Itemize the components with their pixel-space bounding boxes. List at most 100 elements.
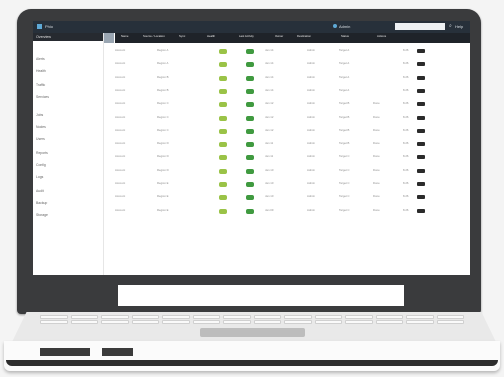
row-value: 8.26 bbox=[403, 154, 409, 159]
sync-status-badge bbox=[219, 49, 227, 54]
row-owner: Admin bbox=[307, 48, 315, 52]
sync-status-badge bbox=[219, 208, 227, 214]
sidebar-item[interactable]: Storage bbox=[36, 213, 48, 217]
usb-port bbox=[40, 348, 90, 356]
row-destination: Target B bbox=[339, 127, 350, 132]
row-source: Region D bbox=[157, 154, 169, 159]
row-updated: Jan 14 bbox=[265, 61, 274, 66]
column-header[interactable]: Name bbox=[121, 35, 128, 38]
column-header[interactable]: Source / Location bbox=[143, 35, 165, 38]
column-header[interactable]: Status bbox=[341, 35, 349, 38]
row-action-button[interactable] bbox=[417, 75, 425, 80]
row-action-button[interactable] bbox=[417, 142, 425, 147]
column-header[interactable]: Sync bbox=[179, 35, 185, 38]
table-row[interactable]: Account Region A Jan 14 Admin Target A 8.26 bbox=[115, 47, 425, 59]
sidebar-item[interactable]: Audit bbox=[36, 189, 44, 193]
table-row[interactable]: Account Region D Jan 10 Admin Target C Done 8.… bbox=[115, 167, 425, 179]
sidebar-item[interactable]: Services bbox=[36, 95, 49, 99]
row-source: Region E bbox=[157, 207, 169, 212]
row-name: Account bbox=[115, 167, 126, 172]
sidebar-collapse-button[interactable] bbox=[104, 33, 114, 43]
row-action-button[interactable] bbox=[417, 195, 425, 200]
sidebar-item[interactable]: Traffic bbox=[36, 83, 45, 87]
table-row[interactable]: Account Region E Jan 09 Admin Target C Done 8.… bbox=[115, 207, 425, 219]
table-row[interactable]: Account Region D Jan 11 Admin Target B Done 8.… bbox=[115, 140, 425, 152]
row-state: Done bbox=[373, 207, 380, 212]
row-action-button[interactable] bbox=[417, 49, 425, 53]
hdmi-port bbox=[102, 348, 133, 356]
column-header[interactable]: Destination bbox=[297, 35, 311, 38]
sidebar-header[interactable]: Overview bbox=[33, 33, 103, 41]
sidebar-item[interactable]: Alerts bbox=[36, 57, 45, 61]
sidebar-item[interactable]: Users bbox=[36, 137, 45, 141]
row-updated: Jan 12 bbox=[265, 114, 274, 119]
row-destination: Target A bbox=[339, 74, 350, 79]
sidebar: Overview Alerts Health Traffic Services … bbox=[33, 33, 104, 275]
row-action-button[interactable] bbox=[417, 208, 425, 213]
user-avatar-icon[interactable] bbox=[333, 24, 337, 28]
user-menu[interactable]: Admin bbox=[339, 24, 350, 29]
row-state: Done bbox=[373, 127, 380, 132]
sidebar-item[interactable]: Reports bbox=[36, 151, 48, 155]
row-source: Region C bbox=[157, 101, 169, 106]
column-header[interactable]: Last Activity bbox=[239, 35, 254, 38]
sync-status-badge bbox=[219, 75, 227, 81]
row-destination: Target C bbox=[339, 154, 350, 159]
row-owner: Admin bbox=[307, 127, 315, 132]
row-destination: Target A bbox=[339, 61, 350, 66]
help-link[interactable]: Help bbox=[455, 24, 463, 29]
row-action-button[interactable] bbox=[417, 168, 425, 173]
table-row[interactable]: Account Region C Jan 12 Admin Target B Done 8.… bbox=[115, 127, 425, 139]
sidebar-item[interactable]: Jobs bbox=[36, 113, 43, 117]
row-action-button[interactable] bbox=[417, 88, 425, 93]
row-action-button[interactable] bbox=[417, 115, 425, 120]
table-header: Name Source / Location Sync Health Last … bbox=[115, 33, 470, 43]
sync-status-badge bbox=[219, 102, 227, 108]
row-updated: Jan 11 bbox=[265, 141, 274, 146]
row-action-button[interactable] bbox=[417, 182, 425, 186]
row-name: Account bbox=[115, 127, 126, 132]
column-header[interactable]: Actions bbox=[377, 35, 386, 38]
table-row[interactable]: Account Region B Jan 14 Admin Target A 8.26 bbox=[115, 74, 425, 86]
table-row[interactable]: Account Region C Jan 12 Admin Target B Done 8.… bbox=[115, 114, 425, 126]
row-state: Done bbox=[373, 194, 380, 199]
table-row[interactable]: Account Region E Jan 10 Admin Target C Done 8.… bbox=[115, 180, 425, 192]
table-row[interactable]: Account Region E Jan 10 Admin Target C Done 8.… bbox=[115, 193, 425, 205]
row-updated: Jan 11 bbox=[265, 154, 274, 159]
table-row[interactable]: Account Region C Jan 12 Admin Target B Done 8.… bbox=[115, 100, 425, 112]
search-input[interactable] bbox=[395, 23, 445, 30]
row-updated: Jan 12 bbox=[265, 127, 274, 132]
laptop-bottom bbox=[6, 360, 498, 366]
row-action-button[interactable] bbox=[417, 155, 425, 160]
row-action-button[interactable] bbox=[417, 102, 425, 107]
row-action-button[interactable] bbox=[417, 128, 425, 133]
table-row[interactable]: Account Region A Jan 14 Admin Target A 8.26 bbox=[115, 60, 425, 72]
touchpad[interactable] bbox=[200, 328, 305, 337]
sync-status-badge bbox=[219, 115, 227, 121]
row-value: 8.26 bbox=[403, 207, 409, 212]
row-owner: Admin bbox=[307, 87, 315, 92]
row-name: Account bbox=[115, 207, 126, 212]
sidebar-item[interactable]: Logs bbox=[36, 175, 43, 179]
row-owner: Admin bbox=[307, 114, 315, 119]
sync-status-badge bbox=[219, 62, 227, 68]
health-status-badge bbox=[246, 75, 254, 81]
table-row[interactable]: Account Region B Jan 14 Admin Target A 8.26 bbox=[115, 87, 425, 99]
search-icon[interactable]: ⌕ bbox=[449, 23, 452, 29]
row-source: Region D bbox=[157, 141, 169, 146]
laptop-front-edge bbox=[4, 341, 500, 371]
row-action-button[interactable] bbox=[417, 62, 425, 67]
sync-status-badge bbox=[219, 128, 227, 134]
sidebar-item[interactable]: Nodes bbox=[36, 125, 46, 129]
table-row[interactable]: Account Region D Jan 11 Admin Target C Done 8.… bbox=[115, 153, 425, 165]
column-header[interactable]: Owner bbox=[275, 35, 283, 38]
sidebar-item[interactable]: Backup bbox=[36, 201, 47, 205]
row-state: Done bbox=[373, 167, 380, 172]
row-destination: Target C bbox=[339, 167, 350, 172]
sidebar-item[interactable]: Health bbox=[36, 69, 46, 73]
sync-status-badge bbox=[219, 142, 227, 148]
sidebar-item[interactable]: Config bbox=[36, 163, 46, 167]
row-value: 8.26 bbox=[403, 167, 409, 172]
column-header[interactable]: Health bbox=[207, 35, 215, 38]
health-status-badge bbox=[246, 155, 254, 161]
